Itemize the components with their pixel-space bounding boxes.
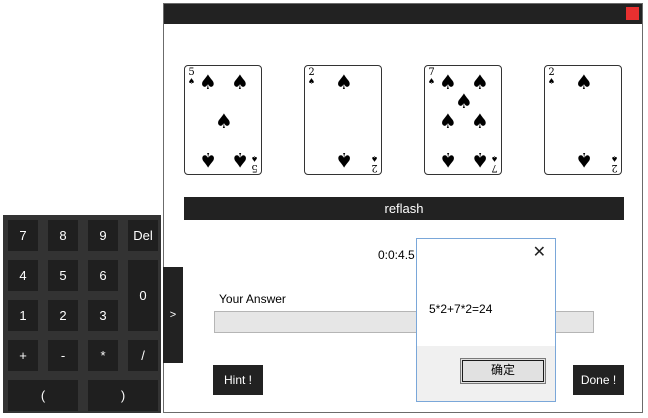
close-icon[interactable] [626, 7, 639, 20]
key-plus[interactable]: + [8, 340, 38, 371]
card-suit: ♠ [187, 77, 196, 86]
key-2[interactable]: 2 [48, 300, 78, 331]
card-corner-bottom: 2 ♠ [370, 154, 379, 173]
title-bar[interactable] [164, 4, 642, 24]
card-rank: 5 [188, 67, 195, 78]
card-suit: ♠ [370, 154, 379, 163]
result-dialog: ✕ 5*2+7*2=24 确定 [416, 238, 556, 402]
card-corner-bottom: 5 ♠ [250, 154, 259, 173]
spade-pip: ♠ [199, 70, 217, 94]
dialog-message: 5*2+7*2=24 [429, 302, 493, 316]
answer-label: Your Answer [219, 292, 286, 306]
card-rank: 7 [428, 67, 435, 78]
key-right-paren[interactable]: ) [88, 380, 158, 411]
playing-card-3: 7 ♠ 7 ♠ ♠ ♠ ♠ ♠ ♠ ♠ ♠ [424, 65, 502, 175]
card-rank: 5 [251, 162, 258, 173]
key-1[interactable]: 1 [8, 300, 38, 331]
spade-pip: ♠ [439, 109, 457, 133]
playing-card-4: 2 ♠ 2 ♠ ♠ ♠ [544, 65, 622, 175]
close-icon[interactable]: ✕ [533, 245, 546, 261]
keypad-toggle-button[interactable]: > [163, 267, 183, 363]
card-rank: 2 [371, 162, 378, 173]
card-corner-top: 2 ♠ [547, 67, 556, 87]
key-4[interactable]: 4 [8, 260, 38, 291]
spade-pip: ♠ [199, 148, 217, 172]
card-corner-top: 5 ♠ [187, 67, 196, 87]
card-suit: ♠ [490, 154, 499, 163]
card-rank: 2 [548, 67, 555, 78]
spade-pip: ♠ [471, 70, 489, 94]
spade-pip: ♠ [471, 148, 489, 172]
card-rank: 7 [491, 162, 498, 173]
dialog-footer: 确定 [417, 346, 555, 401]
card-rank: 2 [611, 162, 618, 173]
key-7[interactable]: 7 [8, 220, 38, 251]
spade-pip: ♠ [471, 109, 489, 133]
spade-pip: ♠ [575, 70, 593, 94]
spade-pip: ♠ [335, 148, 353, 172]
card-suit: ♠ [307, 77, 316, 86]
key-left-paren[interactable]: ( [8, 380, 78, 411]
card-suit: ♠ [610, 154, 619, 163]
spade-pip: ♠ [231, 70, 249, 94]
spade-pip: ♠ [575, 148, 593, 172]
calculator-keypad: 7 8 9 Del 4 5 6 0 1 2 3 + - * / ( ) [3, 215, 161, 413]
key-multiply[interactable]: * [88, 340, 118, 371]
key-5[interactable]: 5 [48, 260, 78, 291]
key-3[interactable]: 3 [88, 300, 118, 331]
card-rank: 2 [308, 67, 315, 78]
card-corner-bottom: 7 ♠ [490, 154, 499, 173]
ok-button[interactable]: 确定 [460, 358, 546, 384]
playing-card-2: 2 ♠ 2 ♠ ♠ ♠ [304, 65, 382, 175]
key-divide[interactable]: / [128, 340, 158, 371]
key-9[interactable]: 9 [88, 220, 118, 251]
game-window: 5 ♠ 5 ♠ ♠ ♠ ♠ ♠ ♠ 2 ♠ 2 ♠ ♠ ♠ 7 ♠ 7 ♠ ♠ ♠ ♠ ♠ … [163, 3, 643, 413]
key-6[interactable]: 6 [88, 260, 118, 291]
timer-text: 0:0:4.5 [378, 248, 415, 262]
card-suit: ♠ [250, 154, 259, 163]
spade-pip: ♠ [335, 70, 353, 94]
card-suit: ♠ [427, 77, 436, 86]
key-minus[interactable]: - [48, 340, 78, 371]
done-button[interactable]: Done ! [573, 365, 624, 395]
key-0[interactable]: 0 [128, 260, 158, 331]
reflash-button[interactable]: reflash [184, 197, 624, 220]
key-8[interactable]: 8 [48, 220, 78, 251]
spade-pip: ♠ [455, 89, 473, 113]
card-corner-top: 7 ♠ [427, 67, 436, 87]
spade-pip: ♠ [215, 109, 233, 133]
playing-card-1: 5 ♠ 5 ♠ ♠ ♠ ♠ ♠ ♠ [184, 65, 262, 175]
card-suit: ♠ [547, 77, 556, 86]
spade-pip: ♠ [439, 148, 457, 172]
key-delete[interactable]: Del [128, 220, 158, 251]
card-corner-top: 2 ♠ [307, 67, 316, 87]
spade-pip: ♠ [231, 148, 249, 172]
hint-button[interactable]: Hint ! [213, 365, 263, 395]
card-corner-bottom: 2 ♠ [610, 154, 619, 173]
